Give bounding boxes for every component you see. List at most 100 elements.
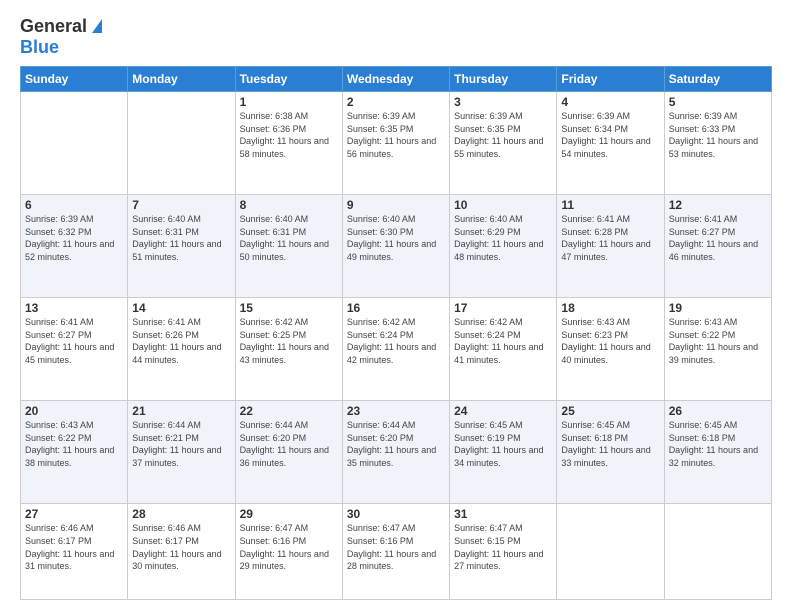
day-info: Sunrise: 6:42 AMSunset: 6:25 PMDaylight:… [240, 316, 338, 366]
day-info: Sunrise: 6:44 AMSunset: 6:20 PMDaylight:… [347, 419, 445, 469]
calendar-cell: 5Sunrise: 6:39 AMSunset: 6:33 PMDaylight… [664, 92, 771, 195]
calendar-cell: 31Sunrise: 6:47 AMSunset: 6:15 PMDayligh… [450, 504, 557, 600]
weekday-header-sunday: Sunday [21, 67, 128, 92]
day-info: Sunrise: 6:43 AMSunset: 6:22 PMDaylight:… [669, 316, 767, 366]
day-number: 26 [669, 404, 767, 418]
calendar-cell: 14Sunrise: 6:41 AMSunset: 6:26 PMDayligh… [128, 298, 235, 401]
page: General Blue SundayMondayTuesdayWednesda… [0, 0, 792, 612]
day-number: 10 [454, 198, 552, 212]
weekday-header-tuesday: Tuesday [235, 67, 342, 92]
calendar-cell: 3Sunrise: 6:39 AMSunset: 6:35 PMDaylight… [450, 92, 557, 195]
day-number: 19 [669, 301, 767, 315]
day-number: 5 [669, 95, 767, 109]
calendar-cell: 22Sunrise: 6:44 AMSunset: 6:20 PMDayligh… [235, 401, 342, 504]
day-info: Sunrise: 6:43 AMSunset: 6:22 PMDaylight:… [25, 419, 123, 469]
day-number: 25 [561, 404, 659, 418]
calendar-cell: 4Sunrise: 6:39 AMSunset: 6:34 PMDaylight… [557, 92, 664, 195]
day-info: Sunrise: 6:46 AMSunset: 6:17 PMDaylight:… [132, 522, 230, 572]
day-number: 16 [347, 301, 445, 315]
day-number: 14 [132, 301, 230, 315]
calendar-cell: 30Sunrise: 6:47 AMSunset: 6:16 PMDayligh… [342, 504, 449, 600]
day-info: Sunrise: 6:42 AMSunset: 6:24 PMDaylight:… [454, 316, 552, 366]
day-info: Sunrise: 6:41 AMSunset: 6:27 PMDaylight:… [25, 316, 123, 366]
day-info: Sunrise: 6:38 AMSunset: 6:36 PMDaylight:… [240, 110, 338, 160]
day-number: 9 [347, 198, 445, 212]
logo-general-text: General [20, 16, 87, 37]
day-info: Sunrise: 6:39 AMSunset: 6:33 PMDaylight:… [669, 110, 767, 160]
calendar-cell [557, 504, 664, 600]
day-number: 22 [240, 404, 338, 418]
calendar-cell: 8Sunrise: 6:40 AMSunset: 6:31 PMDaylight… [235, 195, 342, 298]
weekday-header-wednesday: Wednesday [342, 67, 449, 92]
day-info: Sunrise: 6:47 AMSunset: 6:16 PMDaylight:… [240, 522, 338, 572]
day-info: Sunrise: 6:39 AMSunset: 6:35 PMDaylight:… [454, 110, 552, 160]
day-number: 20 [25, 404, 123, 418]
calendar-cell: 21Sunrise: 6:44 AMSunset: 6:21 PMDayligh… [128, 401, 235, 504]
day-info: Sunrise: 6:39 AMSunset: 6:34 PMDaylight:… [561, 110, 659, 160]
day-info: Sunrise: 6:45 AMSunset: 6:18 PMDaylight:… [669, 419, 767, 469]
calendar-cell: 15Sunrise: 6:42 AMSunset: 6:25 PMDayligh… [235, 298, 342, 401]
day-number: 11 [561, 198, 659, 212]
header: General Blue [20, 16, 772, 58]
calendar-cell [21, 92, 128, 195]
day-number: 23 [347, 404, 445, 418]
day-info: Sunrise: 6:40 AMSunset: 6:31 PMDaylight:… [132, 213, 230, 263]
day-number: 18 [561, 301, 659, 315]
weekday-header-thursday: Thursday [450, 67, 557, 92]
day-number: 7 [132, 198, 230, 212]
calendar-week-row: 1Sunrise: 6:38 AMSunset: 6:36 PMDaylight… [21, 92, 772, 195]
day-info: Sunrise: 6:39 AMSunset: 6:32 PMDaylight:… [25, 213, 123, 263]
day-number: 30 [347, 507, 445, 521]
calendar-week-row: 27 Sunrise: 6:46 AMSunset: 6:17 PMDayligh… [21, 504, 772, 600]
day-number: 8 [240, 198, 338, 212]
day-number: 27 [25, 507, 123, 521]
calendar-week-row: 20Sunrise: 6:43 AMSunset: 6:22 PMDayligh… [21, 401, 772, 504]
calendar-cell: 11Sunrise: 6:41 AMSunset: 6:28 PMDayligh… [557, 195, 664, 298]
calendar-week-row: 6Sunrise: 6:39 AMSunset: 6:32 PMDaylight… [21, 195, 772, 298]
day-info: Sunrise: 6:47 AMSunset: 6:15 PMDaylight:… [454, 522, 552, 572]
calendar-cell: 12Sunrise: 6:41 AMSunset: 6:27 PMDayligh… [664, 195, 771, 298]
weekday-header-monday: Monday [128, 67, 235, 92]
calendar-cell: 25Sunrise: 6:45 AMSunset: 6:18 PMDayligh… [557, 401, 664, 504]
calendar-cell: 28Sunrise: 6:46 AMSunset: 6:17 PMDayligh… [128, 504, 235, 600]
day-number: 15 [240, 301, 338, 315]
calendar-cell: 20Sunrise: 6:43 AMSunset: 6:22 PMDayligh… [21, 401, 128, 504]
calendar-cell: 6Sunrise: 6:39 AMSunset: 6:32 PMDaylight… [21, 195, 128, 298]
calendar-cell: 17Sunrise: 6:42 AMSunset: 6:24 PMDayligh… [450, 298, 557, 401]
day-number: 4 [561, 95, 659, 109]
day-info: Sunrise: 6:41 AMSunset: 6:26 PMDaylight:… [132, 316, 230, 366]
calendar-cell: 24Sunrise: 6:45 AMSunset: 6:19 PMDayligh… [450, 401, 557, 504]
day-info: Sunrise: 6:40 AMSunset: 6:30 PMDaylight:… [347, 213, 445, 263]
day-info: Sunrise: 6:44 AMSunset: 6:21 PMDaylight:… [132, 419, 230, 469]
day-info: Sunrise: 6:41 AMSunset: 6:27 PMDaylight:… [669, 213, 767, 263]
calendar-cell: 26Sunrise: 6:45 AMSunset: 6:18 PMDayligh… [664, 401, 771, 504]
logo: General Blue [20, 16, 102, 58]
day-info: Sunrise: 6:45 AMSunset: 6:19 PMDaylight:… [454, 419, 552, 469]
weekday-header-saturday: Saturday [664, 67, 771, 92]
day-info: Sunrise: 6:39 AMSunset: 6:35 PMDaylight:… [347, 110, 445, 160]
calendar-cell: 18Sunrise: 6:43 AMSunset: 6:23 PMDayligh… [557, 298, 664, 401]
day-number: 2 [347, 95, 445, 109]
calendar-cell: 27Sunrise: 6:46 AMSunset: 6:17 PMDayligh… [21, 504, 128, 600]
day-info: Sunrise: 6:43 AMSunset: 6:23 PMDaylight:… [561, 316, 659, 366]
logo-triangle-icon [92, 19, 102, 33]
calendar-cell: 9Sunrise: 6:40 AMSunset: 6:30 PMDaylight… [342, 195, 449, 298]
day-info: Sunrise: 6:40 AMSunset: 6:29 PMDaylight:… [454, 213, 552, 263]
day-number: 3 [454, 95, 552, 109]
day-number: 29 [240, 507, 338, 521]
calendar-cell: 23Sunrise: 6:44 AMSunset: 6:20 PMDayligh… [342, 401, 449, 504]
calendar-cell: 7Sunrise: 6:40 AMSunset: 6:31 PMDaylight… [128, 195, 235, 298]
calendar-cell [128, 92, 235, 195]
day-number: 13 [25, 301, 123, 315]
day-info: Sunrise: 6:42 AMSunset: 6:24 PMDaylight:… [347, 316, 445, 366]
day-number: 17 [454, 301, 552, 315]
day-info: Sunrise: 6:45 AMSunset: 6:18 PMDaylight:… [561, 419, 659, 469]
day-info: Sunrise: 6:40 AMSunset: 6:31 PMDaylight:… [240, 213, 338, 263]
calendar-cell [664, 504, 771, 600]
day-number: 24 [454, 404, 552, 418]
day-info: Sunrise: 6:41 AMSunset: 6:28 PMDaylight:… [561, 213, 659, 263]
calendar-table: SundayMondayTuesdayWednesdayThursdayFrid… [20, 66, 772, 600]
calendar-cell: 10Sunrise: 6:40 AMSunset: 6:29 PMDayligh… [450, 195, 557, 298]
day-number: 1 [240, 95, 338, 109]
day-number: 12 [669, 198, 767, 212]
